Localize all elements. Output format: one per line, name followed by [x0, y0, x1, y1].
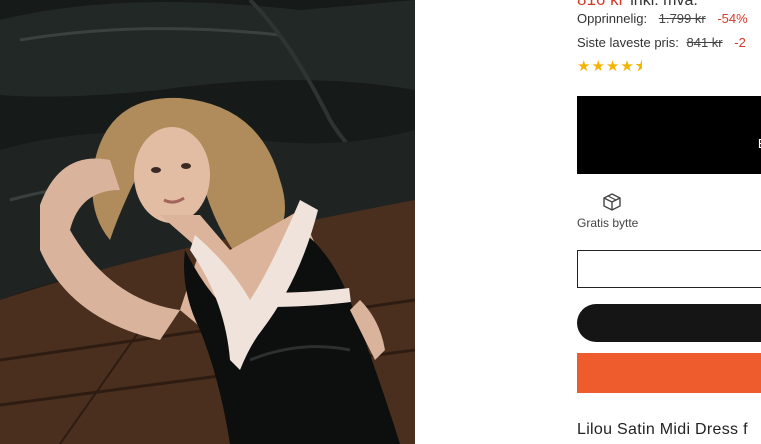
product-image[interactable]	[0, 0, 415, 444]
price-vat-note: inkl. mva.	[630, 0, 698, 9]
product-info-panel: 816 kr inkl. mva. Opprinnelig: 1.799 kr -…	[415, 0, 761, 444]
rating-stars[interactable]: ★★★★⯨	[577, 56, 644, 81]
price-current: 816 kr inkl. mva.	[577, 0, 698, 10]
primary-action-box[interactable]: Ek	[577, 96, 761, 174]
express-checkout-button[interactable]	[577, 353, 761, 393]
free-exchange-label: Gratis bytte	[577, 216, 639, 230]
original-discount-badge: -54%	[717, 11, 748, 26]
box-icon	[603, 193, 621, 211]
lowest-discount-badge: -2	[734, 35, 746, 50]
product-title: Lilou Satin Midi Dress f	[577, 421, 748, 438]
original-price-value: 1.799 kr	[658, 11, 706, 26]
original-price-label: Opprinnelig:	[577, 11, 648, 26]
original-price-row: Opprinnelig: 1.799 kr -54%	[577, 11, 748, 26]
product-photo-illustration	[0, 0, 415, 444]
lowest-price-value: 841 kr	[686, 35, 723, 50]
price-current-value: 816 kr	[577, 0, 624, 9]
lowest-price-row: Siste laveste pris: 841 kr -2	[577, 35, 746, 50]
add-to-cart-button[interactable]	[577, 304, 761, 342]
lowest-price-label: Siste laveste pris:	[577, 35, 679, 50]
size-select[interactable]	[577, 250, 761, 288]
free-exchange-badge: Gratis bytte	[577, 192, 638, 230]
